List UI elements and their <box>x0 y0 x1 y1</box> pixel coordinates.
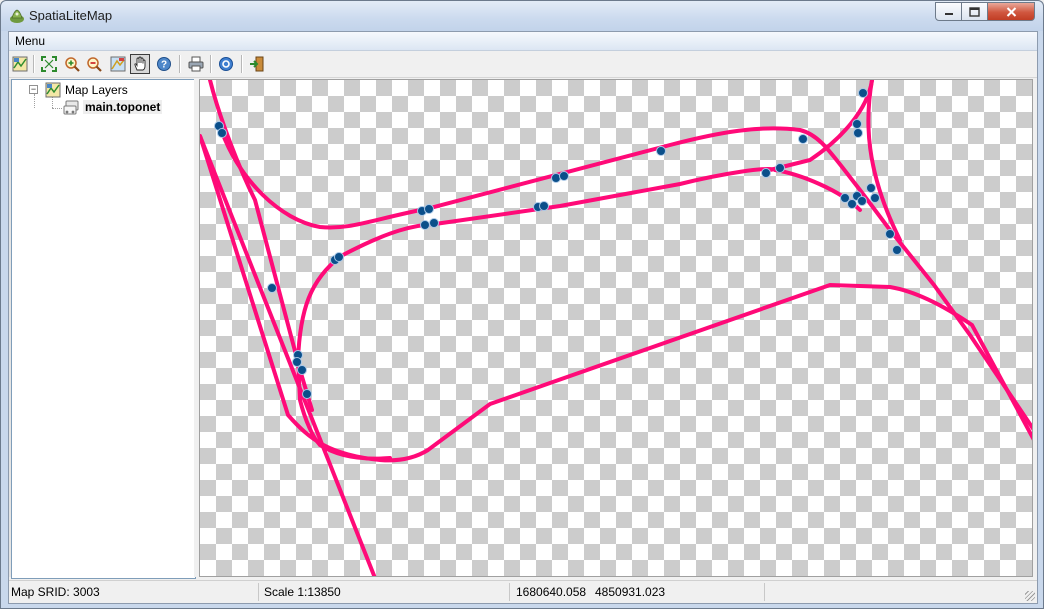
minimize-icon <box>944 12 953 15</box>
title-bar[interactable]: SpatiaLiteMap <box>1 1 1043 31</box>
layer-tree-panel[interactable]: − Map Layers main.toponet <box>11 79 196 579</box>
network-link <box>339 222 437 258</box>
network-node <box>334 252 344 262</box>
tree-connector <box>34 94 35 108</box>
zoom-in-button[interactable] <box>62 54 82 74</box>
zoom-full-extent-icon <box>41 56 57 72</box>
network-node <box>870 193 880 203</box>
menu-bar: Menu <box>9 32 1037 51</box>
network-node <box>775 163 785 173</box>
map-layers-icon <box>45 82 61 98</box>
network-link <box>220 126 1032 431</box>
tree-connector <box>52 108 62 109</box>
resize-grip[interactable] <box>1025 591 1035 601</box>
network-node <box>885 229 895 239</box>
network-node <box>761 168 771 178</box>
network-node <box>559 171 569 181</box>
toolbar-separator <box>179 55 181 73</box>
help-button[interactable] <box>216 54 236 74</box>
status-coord-x: 1680640.058 <box>516 585 587 599</box>
network-node <box>852 119 862 129</box>
network-node <box>420 220 430 230</box>
tree-layer-main-toponet[interactable]: main.toponet <box>83 100 163 114</box>
network-node <box>847 199 857 209</box>
toolbar-separator <box>33 55 35 73</box>
zoom-in-icon <box>65 57 80 72</box>
status-coord-y: 4850931.023 <box>595 585 666 599</box>
status-divider <box>258 583 259 601</box>
tree-collapse-toggle[interactable]: − <box>29 85 38 94</box>
svg-text:?: ? <box>161 60 167 71</box>
map-drawing <box>200 80 1032 576</box>
minimize-button[interactable] <box>935 2 962 21</box>
map-layers-icon <box>12 56 28 72</box>
map-canvas[interactable] <box>199 79 1033 577</box>
map-view-button[interactable] <box>108 54 128 74</box>
network-node <box>892 245 902 255</box>
status-scale: Scale 1:13850 <box>264 585 341 599</box>
tree-connector <box>52 97 53 108</box>
status-bar: Map SRID: 3003 Scale 1:13850 1680640.058… <box>9 580 1037 603</box>
close-button[interactable] <box>987 2 1035 21</box>
toolbar: ? <box>9 51 1037 78</box>
exit-button[interactable] <box>247 54 267 74</box>
pan-button[interactable] <box>130 54 150 74</box>
network-link <box>295 254 343 447</box>
network-layer-icon <box>63 100 79 115</box>
zoom-out-icon <box>87 57 102 72</box>
printer-icon <box>188 56 204 72</box>
exit-icon <box>250 56 264 72</box>
network-node <box>858 88 868 98</box>
network-node <box>429 218 439 228</box>
spatialite-app-icon <box>10 9 24 23</box>
network-link <box>200 134 1032 463</box>
zoom-full-button[interactable] <box>39 54 59 74</box>
network-node <box>539 201 549 211</box>
identify-button[interactable]: ? <box>154 54 174 74</box>
network-node <box>853 128 863 138</box>
client-area: Menu ? − Map Layers main.toponet Map SRI… <box>8 31 1038 604</box>
network-link <box>433 166 862 226</box>
maximize-button[interactable] <box>961 2 988 21</box>
application-window: SpatiaLiteMap Menu ? − Map Layers main.t… <box>0 0 1044 609</box>
pan-hand-icon <box>134 56 146 71</box>
identify-icon: ? <box>157 57 171 71</box>
status-divider <box>509 583 510 601</box>
window-title: SpatiaLiteMap <box>29 8 113 23</box>
toolbar-separator <box>210 55 212 73</box>
network-node <box>217 128 227 138</box>
network-node <box>656 146 666 156</box>
zoom-out-button[interactable] <box>84 54 104 74</box>
close-icon <box>1006 6 1016 17</box>
print-button[interactable] <box>186 54 206 74</box>
network-node <box>424 204 434 214</box>
network-node <box>292 357 302 367</box>
network-node <box>302 389 312 399</box>
help-icon <box>219 57 233 71</box>
network-link <box>866 80 902 242</box>
network-node <box>297 365 307 375</box>
maximize-icon <box>969 6 980 17</box>
network-link <box>200 134 377 576</box>
status-srid: Map SRID: 3003 <box>11 585 100 599</box>
network-node <box>267 283 277 293</box>
network-node <box>798 134 808 144</box>
status-divider <box>764 583 765 601</box>
map-view-icon <box>110 56 126 72</box>
layers-config-button[interactable] <box>10 54 30 74</box>
network-node <box>866 183 876 193</box>
network-node <box>857 196 867 206</box>
tree-root-label[interactable]: Map Layers <box>65 83 128 97</box>
menu-item-menu[interactable]: Menu <box>15 34 45 48</box>
toolbar-separator <box>241 55 243 73</box>
